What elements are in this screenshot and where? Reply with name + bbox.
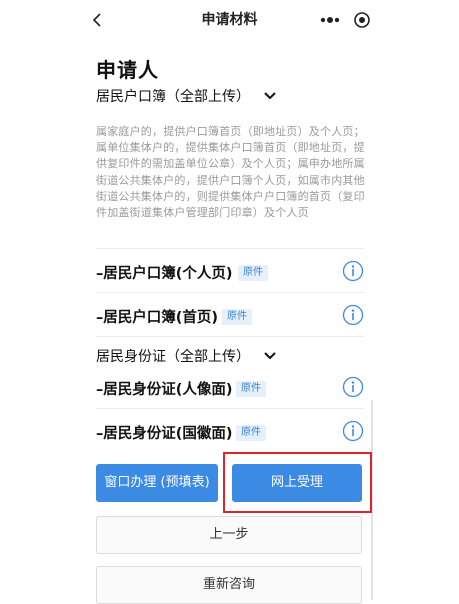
- household-group-header[interactable]: 居民户口簿（全部上传）: [96, 86, 286, 108]
- info-icon[interactable]: [342, 420, 364, 442]
- doc-item-id-portrait[interactable]: –居民身份证(人像面) 原件: [96, 376, 368, 402]
- target-icon[interactable]: [352, 10, 372, 30]
- doc-item-name: –居民身份证(国徽面): [96, 426, 233, 442]
- section-title: 申请人: [96, 58, 159, 82]
- doc-item-name: –居民户口簿(个人页): [96, 266, 233, 282]
- divider: [96, 248, 364, 249]
- doc-item-household-personal[interactable]: –居民户口簿(个人页) 原件: [96, 260, 368, 286]
- divider: [96, 292, 364, 293]
- page-title: 申请材料: [201, 12, 258, 28]
- info-icon[interactable]: [342, 260, 364, 282]
- household-group-label: 居民户口簿（全部上传）: [96, 89, 250, 105]
- highlight-box: [223, 452, 372, 513]
- reconsult-button[interactable]: 重新咨询: [96, 566, 362, 604]
- divider: [96, 336, 364, 337]
- doc-item-name: –居民户口簿(首页): [96, 310, 219, 326]
- household-description: 属家庭户的，提供户口簿首页（即地址页）及个人页；属单位集体户的，提供集体户口簿首…: [96, 125, 365, 220]
- chevron-down-icon[interactable]: [262, 349, 278, 363]
- divider: [96, 408, 364, 409]
- idcard-group-label: 居民身份证（全部上传）: [96, 349, 250, 365]
- chevron-down-icon[interactable]: [262, 89, 278, 103]
- info-icon[interactable]: [342, 304, 364, 326]
- window-handle-button[interactable]: 窗口办理 (预填表): [96, 464, 218, 502]
- doc-item-household-first-page[interactable]: –居民户口簿(首页) 原件: [96, 304, 368, 330]
- top-nav: 申请材料: [0, 0, 459, 40]
- info-icon[interactable]: [342, 376, 364, 398]
- doc-item-id-emblem[interactable]: –居民身份证(国徽面) 原件: [96, 420, 368, 446]
- original-tag: 原件: [236, 425, 266, 441]
- original-tag: 原件: [238, 265, 268, 281]
- more-dots-icon[interactable]: [316, 10, 344, 30]
- prev-step-button[interactable]: 上一步: [96, 516, 362, 554]
- doc-item-name: –居民身份证(人像面): [96, 382, 233, 398]
- original-tag: 原件: [236, 381, 266, 397]
- idcard-group-header[interactable]: 居民身份证（全部上传）: [96, 346, 286, 368]
- original-tag: 原件: [222, 309, 252, 325]
